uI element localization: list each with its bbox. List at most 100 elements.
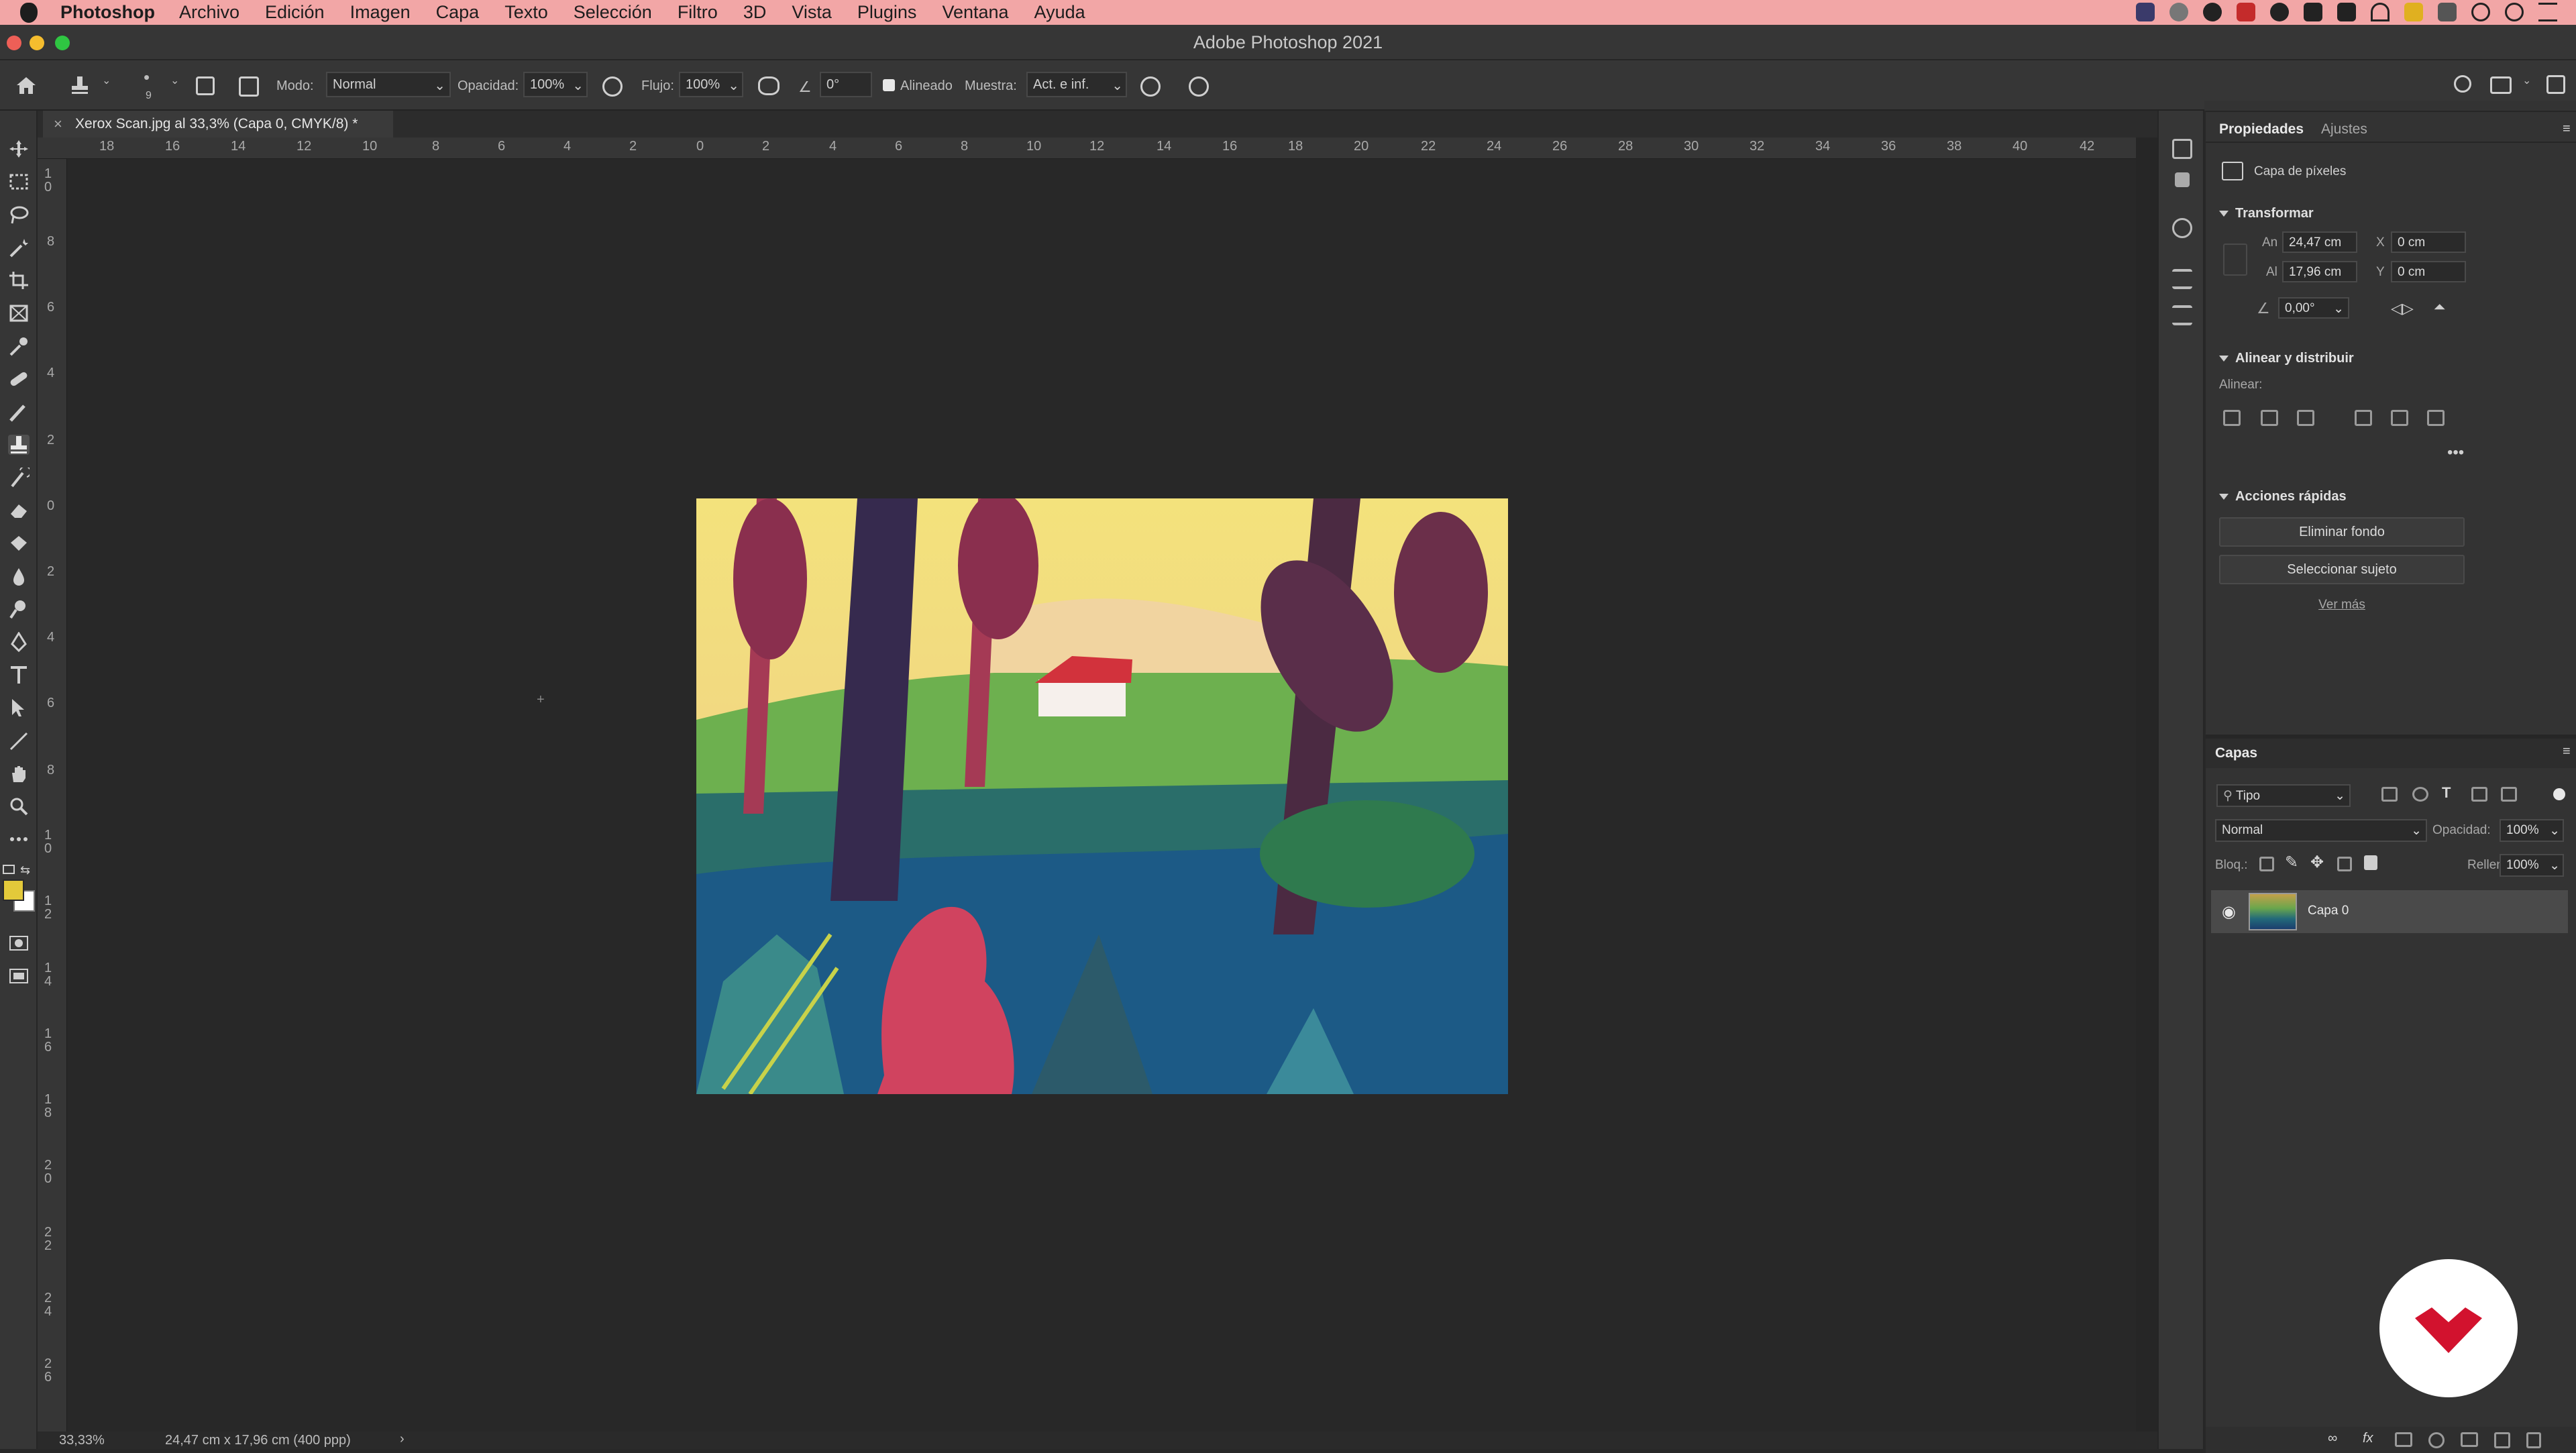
airbrush-icon[interactable]: [758, 76, 780, 95]
align-right-icon[interactable]: [2297, 410, 2314, 426]
chrome-icon[interactable]: [2270, 3, 2289, 21]
flow-input[interactable]: 100% ⌄: [679, 72, 743, 97]
clone-stamp-tool-icon[interactable]: [70, 75, 90, 95]
lock-artboard-icon[interactable]: [2337, 857, 2352, 871]
default-colors-icon[interactable]: [3, 865, 15, 874]
x-input[interactable]: 0 cm: [2391, 231, 2466, 253]
filter-pixel-icon[interactable]: [2381, 787, 2398, 802]
workspace-icon[interactable]: [2490, 76, 2512, 94]
sync-icon[interactable]: [2203, 3, 2222, 21]
align-section-title[interactable]: Alinear y distribuir: [2219, 351, 2354, 366]
zoom-level[interactable]: 33,33%: [59, 1433, 105, 1448]
menu-item-filtro[interactable]: Filtro: [678, 2, 718, 23]
width-input[interactable]: 24,47 cm: [2282, 231, 2357, 253]
close-window-button[interactable]: [7, 36, 21, 50]
siri-icon[interactable]: [2505, 3, 2524, 21]
tab-adjustments[interactable]: Ajustes: [2321, 121, 2367, 138]
lasso-tool-icon[interactable]: [8, 205, 30, 225]
menu-item-ventana[interactable]: Ventana: [942, 2, 1008, 23]
link-dimensions-icon[interactable]: [2223, 244, 2247, 276]
pressure-size-icon[interactable]: [1189, 76, 1209, 97]
document-image[interactable]: [696, 498, 1508, 1094]
filter-type-icon[interactable]: T: [2442, 784, 2451, 802]
layer-row[interactable]: ◉ Capa 0: [2211, 890, 2568, 933]
menu-item-texto[interactable]: Texto: [504, 2, 548, 23]
align-bottom-icon[interactable]: [2427, 410, 2445, 426]
apple-icon[interactable]: [20, 2, 38, 23]
battery-icon[interactable]: [2337, 3, 2356, 21]
tool-preset-dropdown[interactable]: ⌄: [102, 74, 111, 87]
maximize-window-button[interactable]: [55, 36, 70, 50]
layer-style-fx-icon[interactable]: fx: [2363, 1431, 2373, 1446]
share-icon[interactable]: [2546, 75, 2565, 94]
see-more-link[interactable]: Ver más: [2206, 598, 2478, 612]
align-center-horizontal-icon[interactable]: [2261, 410, 2278, 426]
menu-item-edicion[interactable]: Edición: [265, 2, 325, 23]
brush-picker-dropdown[interactable]: ⌄: [170, 74, 179, 87]
document-tab[interactable]: × Xerox Scan.jpg al 33,3% (Capa 0, CMYK/…: [43, 111, 393, 138]
lock-all-icon[interactable]: [2364, 855, 2377, 870]
brush-panel-icon[interactable]: [2172, 269, 2192, 289]
menu-item-archivo[interactable]: Archivo: [179, 2, 239, 23]
menu-item-3d[interactable]: 3D: [743, 2, 767, 23]
layer-opacity-input[interactable]: 100% ⌄: [2500, 819, 2564, 842]
tab-layers[interactable]: Capas: [2215, 745, 2257, 761]
pen-tool-icon[interactable]: [8, 631, 30, 653]
workspace-dropdown[interactable]: ⌄: [2522, 74, 2531, 87]
menu-item-vista[interactable]: Vista: [792, 2, 832, 23]
quick-actions-section-title[interactable]: Acciones rápidas: [2219, 489, 2347, 504]
height-input[interactable]: 17,96 cm: [2282, 261, 2357, 282]
app-tray-icon[interactable]: [2237, 3, 2255, 21]
add-mask-icon[interactable]: [2395, 1432, 2412, 1447]
eyedropper-tool-icon[interactable]: [8, 336, 30, 356]
foreground-color-swatch[interactable]: [3, 879, 24, 901]
more-options-icon[interactable]: •••: [2447, 443, 2464, 462]
status-expand-icon[interactable]: ›: [400, 1432, 405, 1447]
frame-tool-icon[interactable]: [8, 303, 30, 323]
clone-source-icon[interactable]: [239, 76, 259, 97]
align-center-vertical-icon[interactable]: [2391, 410, 2408, 426]
move-tool-icon[interactable]: [8, 139, 30, 159]
spotlight-search-icon[interactable]: [2471, 3, 2490, 21]
menu-app-name[interactable]: Photoshop: [60, 2, 155, 23]
fill-input[interactable]: 100% ⌄: [2500, 854, 2564, 877]
more-tools-icon[interactable]: [8, 829, 30, 849]
aligned-checkbox[interactable]: [883, 79, 895, 91]
control-center-icon[interactable]: [2438, 3, 2457, 21]
menu-item-ayuda[interactable]: Ayuda: [1034, 2, 1085, 23]
select-subject-button[interactable]: Seleccionar sujeto: [2219, 555, 2465, 584]
new-adjustment-layer-icon[interactable]: [2428, 1432, 2445, 1448]
hand-tool-icon[interactable]: [8, 763, 30, 784]
language-flag-icon[interactable]: [2404, 3, 2423, 21]
link-layers-icon[interactable]: ∞: [2328, 1431, 2337, 1446]
wifi-icon[interactable]: [2371, 3, 2390, 21]
home-icon[interactable]: [15, 75, 38, 95]
panel-collapse-bar[interactable]: [2204, 101, 2576, 111]
notification-center-icon[interactable]: [2538, 3, 2557, 21]
panel-menu-icon[interactable]: ≡: [2563, 121, 2571, 137]
color-panel-icon[interactable]: [2172, 218, 2192, 238]
brush-tip-icon[interactable]: •: [144, 67, 150, 88]
search-icon[interactable]: [2454, 75, 2471, 93]
adjustments-panel-icon[interactable]: [2172, 305, 2192, 325]
transform-section-title[interactable]: Transformar: [2219, 206, 2314, 221]
type-tool-icon[interactable]: [8, 665, 30, 685]
dodge-tool-icon[interactable]: [8, 599, 30, 619]
menu-item-seleccion[interactable]: Selección: [574, 2, 652, 23]
layers-panel-menu-icon[interactable]: ≡: [2563, 744, 2571, 759]
swap-colors-icon[interactable]: ⇆: [20, 863, 30, 877]
object-selection-tool-icon[interactable]: [8, 237, 30, 258]
new-layer-icon[interactable]: [2494, 1432, 2510, 1448]
vertical-scrollbar[interactable]: [2136, 138, 2157, 1432]
screenshot-icon[interactable]: [2304, 3, 2322, 21]
pressure-opacity-icon[interactable]: [602, 76, 623, 97]
brush-angle-input[interactable]: 0°: [820, 72, 872, 97]
creative-cloud-icon[interactable]: [2169, 3, 2188, 21]
filter-adjustment-icon[interactable]: [2412, 787, 2428, 802]
tab-properties[interactable]: Propiedades: [2219, 121, 2304, 138]
brush-tool-icon[interactable]: [8, 402, 30, 422]
rotation-input[interactable]: 0,00° ⌄: [2278, 297, 2349, 319]
menu-item-imagen[interactable]: Imagen: [350, 2, 411, 23]
remove-background-button[interactable]: Eliminar fondo: [2219, 517, 2465, 547]
opacity-input[interactable]: 100% ⌄: [523, 72, 588, 97]
